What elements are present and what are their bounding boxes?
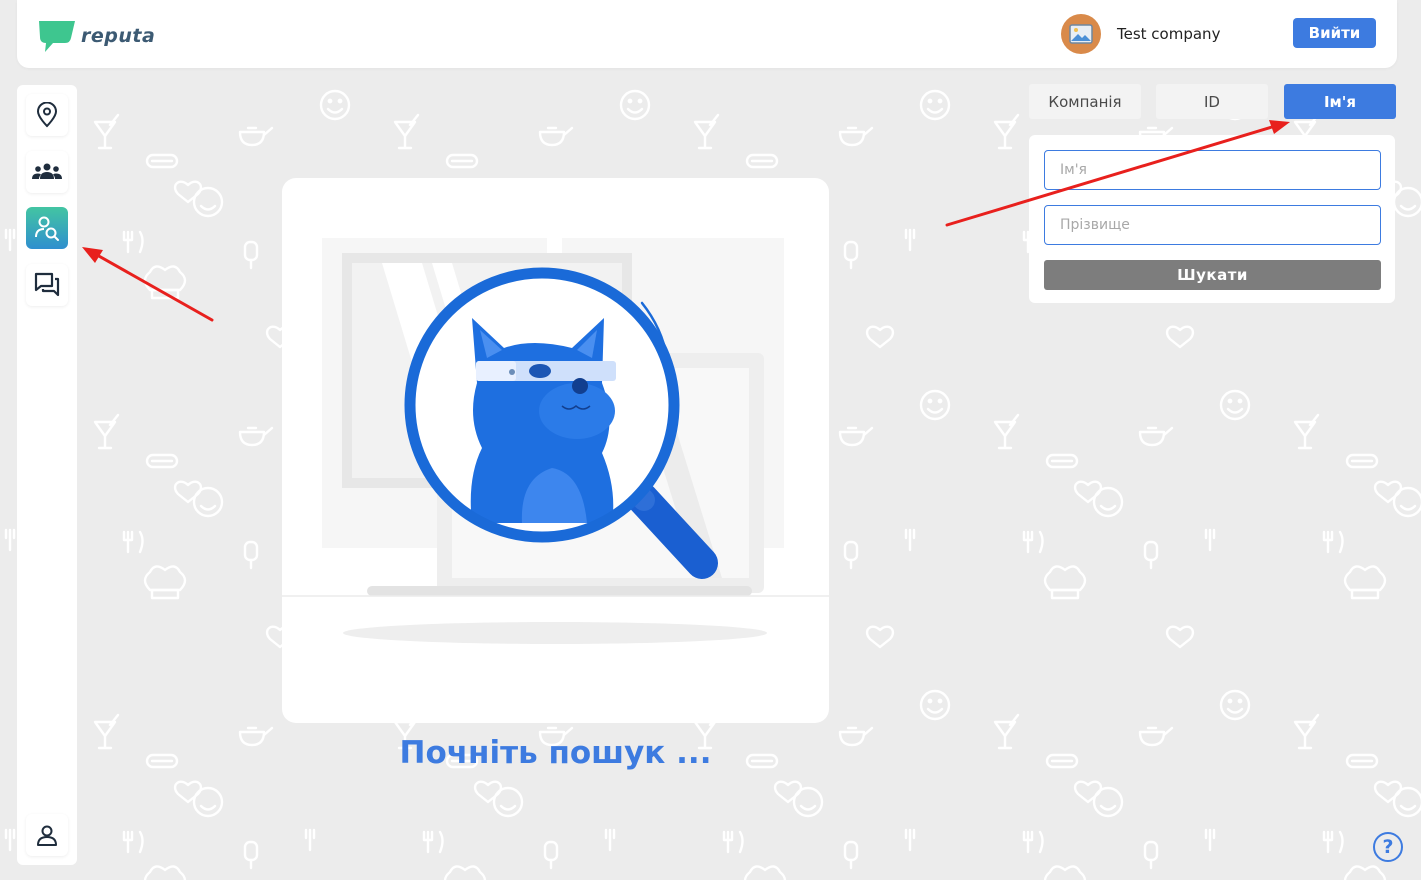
users-group-icon	[32, 163, 62, 179]
top-bar: reputa Test company Вийти	[17, 0, 1397, 68]
first-name-input[interactable]	[1044, 150, 1381, 190]
logout-button[interactable]: Вийти	[1293, 18, 1376, 48]
start-search-heading: Почніть пошук ...	[399, 735, 712, 771]
user-profile-icon	[37, 825, 57, 846]
tab-id[interactable]: ID	[1156, 84, 1268, 119]
company-name: Test company	[1117, 25, 1221, 43]
sidebar-item-chats[interactable]	[26, 264, 68, 306]
sidebar-item-users[interactable]	[26, 151, 68, 193]
search-form: Шукати	[1029, 135, 1395, 303]
user-search-icon	[35, 216, 59, 241]
location-pin-icon	[36, 102, 58, 128]
last-name-input[interactable]	[1044, 205, 1381, 245]
logo[interactable]: reputa	[37, 16, 155, 56]
tab-company[interactable]: Компанія	[1029, 84, 1141, 119]
sidebar-item-locations[interactable]	[26, 94, 68, 136]
tab-name[interactable]: Ім'я	[1284, 84, 1396, 119]
chat-bubbles-icon	[34, 272, 60, 297]
illustration-card	[282, 178, 829, 723]
logo-text: reputa	[81, 25, 156, 47]
image-placeholder-icon	[1069, 24, 1093, 44]
sidebar-item-user-search[interactable]	[26, 207, 68, 249]
cat-magnifier-illustration	[282, 238, 829, 644]
company-avatar[interactable]	[1061, 14, 1101, 54]
logo-speech-bubble-icon	[39, 21, 75, 52]
sidebar-item-profile[interactable]	[26, 814, 68, 856]
search-button[interactable]: Шукати	[1044, 260, 1381, 290]
help-button[interactable]: ?	[1373, 832, 1403, 862]
sidebar	[17, 85, 77, 865]
